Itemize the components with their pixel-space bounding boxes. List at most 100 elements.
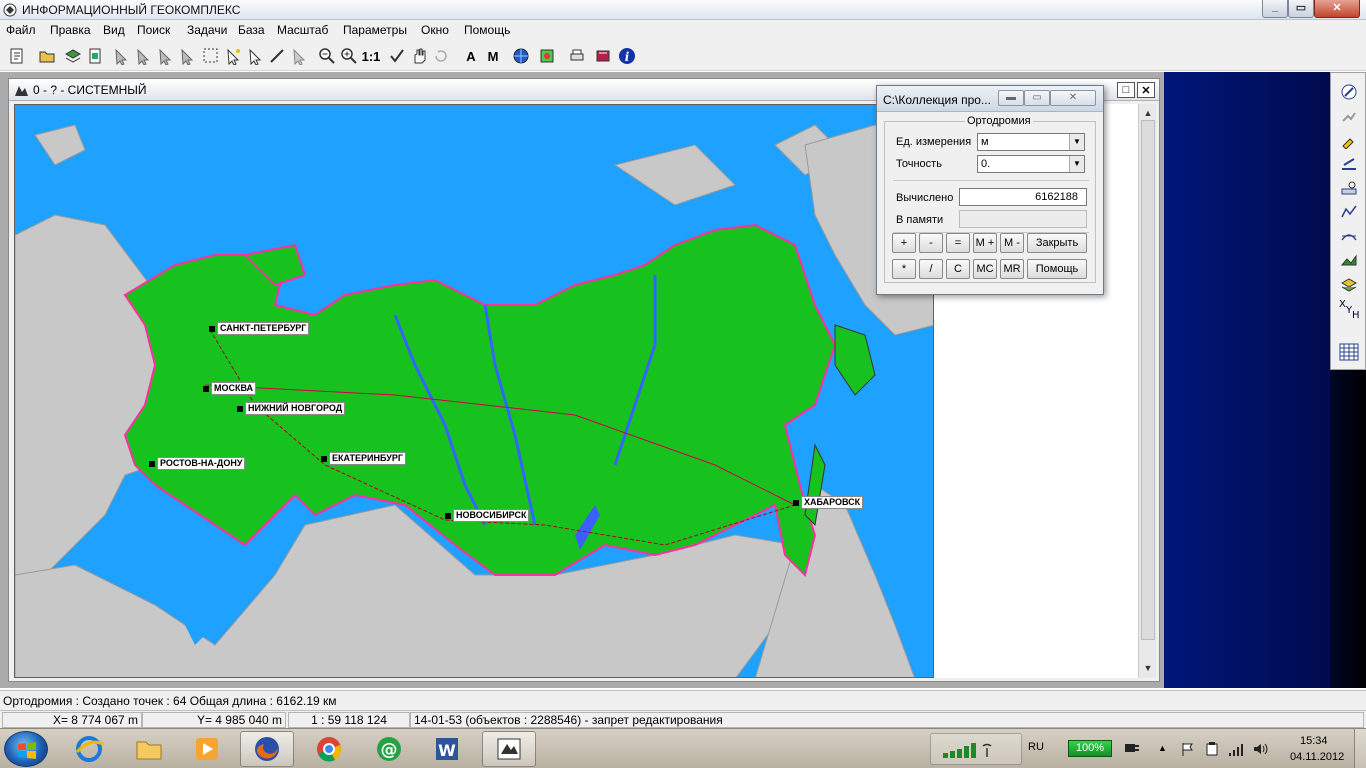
city-moscow[interactable]: МОСКВА bbox=[203, 382, 257, 395]
xyh-coordinates-icon[interactable]: XYH bbox=[1337, 297, 1361, 319]
word-icon[interactable]: W bbox=[420, 731, 474, 767]
map-vertical-scrollbar[interactable]: ▲ ▼ bbox=[1138, 104, 1156, 678]
city-rostov-on-don[interactable]: РОСТОВ-НА-ДОНУ bbox=[149, 457, 246, 470]
multiply-button[interactable]: * bbox=[892, 259, 916, 279]
geocomplex-app-icon[interactable] bbox=[482, 731, 536, 767]
layer-edit-icon[interactable] bbox=[1337, 153, 1361, 175]
equals-button[interactable]: = bbox=[946, 233, 970, 253]
compass-icon[interactable] bbox=[1337, 81, 1361, 103]
calculator-icon[interactable] bbox=[1337, 341, 1361, 363]
menu-help[interactable]: Помощь bbox=[464, 23, 510, 37]
wifi-signal-icon[interactable] bbox=[1228, 741, 1244, 757]
city-saint-petersburg[interactable]: САНКТ-ПЕТЕРБУРГ bbox=[209, 322, 310, 335]
globe-icon[interactable] bbox=[510, 45, 532, 67]
arc-icon[interactable] bbox=[1337, 225, 1361, 247]
battery-indicator[interactable]: 100% bbox=[1068, 740, 1112, 757]
polyline-icon[interactable] bbox=[1337, 201, 1361, 223]
brush-icon[interactable] bbox=[1337, 129, 1361, 151]
zoom-in-icon[interactable] bbox=[338, 45, 360, 67]
layer-tool-icon[interactable] bbox=[1337, 177, 1361, 199]
menu-parameters[interactable]: Параметры bbox=[343, 23, 407, 37]
menu-window[interactable]: Окно bbox=[421, 23, 449, 37]
scroll-thumb[interactable] bbox=[1141, 120, 1155, 640]
map-settings-icon[interactable] bbox=[536, 45, 558, 67]
precision-select[interactable]: 0. ▼ bbox=[977, 155, 1085, 173]
help-button[interactable]: Помощь bbox=[1027, 259, 1087, 279]
3d-layers-icon[interactable] bbox=[1337, 273, 1361, 295]
book-icon[interactable] bbox=[592, 45, 614, 67]
city-nizhny-novgorod[interactable]: НИЖНИЙ НОВГОРОД bbox=[237, 402, 346, 415]
relief-icon[interactable] bbox=[1337, 249, 1361, 271]
plus-button[interactable]: + bbox=[892, 233, 916, 253]
map-window-close-button[interactable]: ✕ bbox=[1137, 82, 1155, 98]
menu-search[interactable]: Поиск bbox=[137, 23, 170, 37]
chevron-down-icon[interactable]: ▼ bbox=[1069, 156, 1084, 172]
power-plug-icon[interactable] bbox=[1124, 741, 1140, 755]
menu-scale[interactable]: Масштаб bbox=[277, 23, 328, 37]
measure-tool-button[interactable]: M bbox=[482, 45, 504, 67]
memory-recall-button[interactable]: MR bbox=[1000, 259, 1024, 279]
clock-time[interactable]: 15:34 bbox=[1300, 735, 1328, 747]
info-icon[interactable]: i bbox=[616, 45, 638, 67]
clear-button[interactable]: C bbox=[946, 259, 970, 279]
new-file-icon[interactable] bbox=[6, 45, 28, 67]
start-button[interactable] bbox=[4, 731, 48, 767]
divide-button[interactable]: / bbox=[919, 259, 943, 279]
calculator-close-button[interactable]: ✕ bbox=[1050, 90, 1096, 106]
chrome-icon[interactable] bbox=[302, 731, 356, 767]
menu-view[interactable]: Вид bbox=[103, 23, 125, 37]
scale-one-to-one-button[interactable]: 1:1 bbox=[360, 45, 382, 67]
show-hidden-icons-icon[interactable]: ▲ bbox=[1158, 743, 1170, 755]
hand-pan-icon[interactable] bbox=[408, 45, 430, 67]
scroll-down-icon[interactable]: ▼ bbox=[1141, 661, 1155, 675]
minimize-button[interactable]: _ bbox=[1262, 0, 1288, 18]
computed-field[interactable]: 6162188 bbox=[959, 188, 1087, 206]
print-icon[interactable] bbox=[566, 45, 588, 67]
file-explorer-icon[interactable] bbox=[122, 731, 176, 767]
mail-agent-icon[interactable]: @ bbox=[362, 731, 416, 767]
add-point-icon[interactable] bbox=[222, 45, 244, 67]
check-icon[interactable] bbox=[386, 45, 408, 67]
menu-database[interactable]: База bbox=[238, 23, 265, 37]
maximize-button[interactable]: ▭ bbox=[1288, 0, 1314, 18]
internet-explorer-icon[interactable] bbox=[62, 731, 116, 767]
media-player-icon[interactable] bbox=[180, 731, 234, 767]
city-novosibirsk[interactable]: НОВОСИБИРСК bbox=[445, 509, 530, 522]
close-dialog-button[interactable]: Закрыть bbox=[1027, 233, 1087, 253]
route-icon[interactable] bbox=[1337, 105, 1361, 127]
action-center-flag-icon[interactable] bbox=[1180, 741, 1196, 757]
frame-select-icon[interactable] bbox=[200, 45, 222, 67]
minus-button[interactable]: - bbox=[919, 233, 943, 253]
device-icon[interactable] bbox=[1204, 741, 1220, 757]
language-indicator[interactable]: RU bbox=[1028, 741, 1044, 753]
menu-file[interactable]: Файл bbox=[6, 23, 36, 37]
text-tool-button[interactable]: A bbox=[460, 45, 482, 67]
edit-point-icon[interactable] bbox=[244, 45, 266, 67]
select-area-icon[interactable] bbox=[154, 45, 176, 67]
network-indicator[interactable] bbox=[930, 733, 1022, 765]
map-window-maximize-button[interactable]: □ bbox=[1117, 82, 1135, 98]
chevron-down-icon[interactable]: ▼ bbox=[1069, 134, 1084, 150]
clock-date[interactable]: 04.11.2012 bbox=[1290, 751, 1344, 763]
open-folder-icon[interactable] bbox=[36, 45, 58, 67]
units-select[interactable]: м ▼ bbox=[977, 133, 1085, 151]
select-tool-icon[interactable] bbox=[110, 45, 132, 67]
memory-plus-button[interactable]: M + bbox=[973, 233, 997, 253]
city-khabarovsk[interactable]: ХАБАРОВСК bbox=[793, 496, 864, 509]
menu-tasks[interactable]: Задачи bbox=[187, 23, 227, 37]
layers-icon[interactable] bbox=[62, 45, 84, 67]
memory-minus-button[interactable]: M - bbox=[1000, 233, 1024, 253]
line-tool-icon[interactable] bbox=[266, 45, 288, 67]
document-icon[interactable] bbox=[84, 45, 106, 67]
zoom-out-icon[interactable] bbox=[316, 45, 338, 67]
select-object-icon[interactable] bbox=[176, 45, 198, 67]
select-multiple-icon[interactable] bbox=[132, 45, 154, 67]
scroll-up-icon[interactable]: ▲ bbox=[1141, 106, 1155, 120]
city-yekaterinburg[interactable]: ЕКАТЕРИНБУРГ bbox=[321, 452, 406, 465]
close-button[interactable]: ✕ bbox=[1314, 0, 1360, 18]
menu-edit[interactable]: Правка bbox=[50, 23, 91, 37]
show-desktop-button[interactable] bbox=[1354, 729, 1366, 768]
firefox-icon[interactable] bbox=[240, 731, 294, 767]
volume-icon[interactable] bbox=[1252, 741, 1270, 757]
calculator-maximize-button[interactable]: ▭ bbox=[1024, 90, 1050, 106]
